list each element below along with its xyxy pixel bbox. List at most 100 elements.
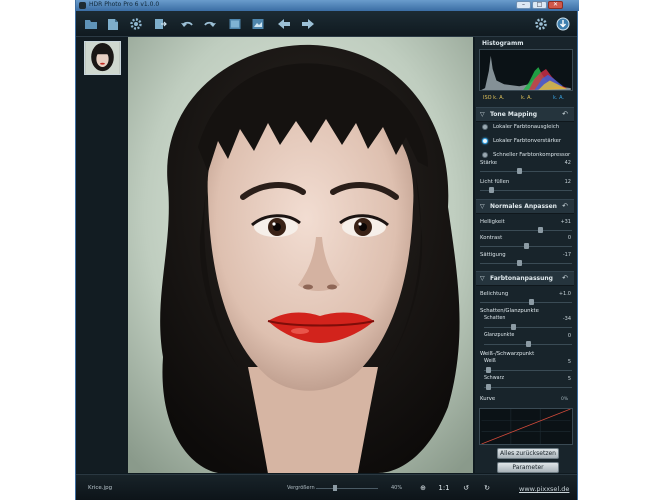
slider-label: Schatten [484, 316, 506, 321]
slider-value: 0 [567, 333, 571, 339]
reset-arrow-icon[interactable]: ↶ [562, 110, 568, 118]
open-icon[interactable] [104, 15, 122, 32]
export-icon[interactable] [151, 15, 169, 32]
radio-dot-selected [482, 138, 488, 144]
image-thumbnail[interactable] [84, 41, 121, 75]
slider-track [484, 327, 572, 328]
zoom-label: Vergrößern [287, 485, 315, 491]
section-title: Farbtonanpassung [490, 275, 553, 282]
histogram-iso-label: ISO k. A. [483, 95, 505, 101]
slider-thumb[interactable] [516, 260, 522, 266]
slider-saettigung[interactable]: Sättigung -17 [479, 252, 573, 272]
adjustments-panel: Histogramm ISO k. A. k. A. k. A. ▽ Tone … [475, 37, 577, 473]
gear-icon[interactable] [532, 15, 550, 32]
slider-thumb[interactable] [537, 227, 543, 233]
zoom-slider-track[interactable] [316, 488, 378, 489]
reset-arrow-icon[interactable]: ↶ [562, 202, 568, 210]
photo-canvas[interactable] [128, 37, 473, 473]
histogram-chart [479, 49, 573, 91]
radio-lokaler-farbtonausgleich[interactable]: Lokaler Farbtonausgleich [481, 123, 575, 133]
slider-thumb[interactable] [511, 324, 517, 330]
collapse-triangle-icon: ▽ [480, 203, 485, 210]
radio-lokaler-farbtonverstaerker[interactable]: Lokaler Farbtonverstärker [481, 137, 575, 147]
slider-thumb[interactable] [486, 384, 492, 390]
slider-label: Glanzpunkte [484, 333, 515, 338]
compare-view-icon[interactable] [249, 15, 267, 32]
slider-track [480, 302, 572, 303]
collapse-triangle-icon: ▽ [480, 111, 485, 118]
slider-value: -34 [562, 316, 571, 322]
slider-track [480, 230, 572, 231]
slider-glanzpunkte[interactable]: Glanzpunkte 0 [483, 333, 573, 353]
arrow-right-icon[interactable] [299, 15, 317, 32]
section-normales-anpassen[interactable]: ▽ Normales Anpassen ↶ [476, 199, 574, 214]
portrait-photo [128, 37, 473, 473]
slider-value: +1.0 [558, 291, 571, 297]
slider-value: 42 [564, 160, 571, 166]
zoom-slider-thumb[interactable] [333, 485, 337, 491]
rotate-right-icon[interactable]: ↻ [481, 482, 493, 494]
slider-track [480, 263, 572, 264]
slider-value: 5 [567, 359, 571, 365]
radio-dot [482, 152, 488, 158]
slider-staerke[interactable]: Stärke 42 [479, 160, 573, 180]
window-title: HDR Photo Pro 6 v1.0.0 [89, 1, 160, 8]
slider-label: Sättigung [480, 252, 506, 258]
slider-track [480, 171, 572, 172]
slider-thumb[interactable] [516, 168, 522, 174]
download-icon[interactable] [554, 15, 572, 32]
app-window: HDR Photo Pro 6 v1.0.0 – □ ✕ Histogramm … [75, 0, 579, 500]
slider-label: Licht füllen [480, 179, 510, 185]
collapse-triangle-icon: ▽ [480, 275, 485, 282]
fit-screen-icon[interactable]: ⊕ [417, 482, 429, 494]
redo-icon[interactable] [201, 15, 219, 32]
curve-label: Kurve [480, 396, 496, 402]
radio-label: Schneller Farbtonkompressor [493, 152, 571, 158]
folder-icon[interactable] [82, 15, 100, 32]
toolbar [76, 11, 577, 37]
slider-label: Belichtung [480, 291, 509, 297]
slider-label: Weiß [484, 359, 496, 364]
filmstrip [76, 37, 128, 473]
file-name: Krice.jpg [88, 485, 113, 491]
group-label-schatten-glanzpunkte: Schatten/Glanzpunkte [480, 308, 539, 314]
minimize-button[interactable]: – [516, 1, 531, 9]
histogram-title: Histogramm [482, 40, 524, 47]
histogram-label-2: k. A. [521, 95, 532, 101]
slider-value: 5 [567, 376, 571, 382]
zoom-value: 40% [391, 485, 403, 491]
title-bar: HDR Photo Pro 6 v1.0.0 – □ ✕ [76, 0, 579, 11]
slider-thumb[interactable] [524, 243, 529, 249]
section-tone-mapping[interactable]: ▽ Tone Mapping ↶ [476, 107, 574, 122]
slider-thumb[interactable] [526, 341, 531, 347]
arrow-left-icon[interactable] [275, 15, 293, 32]
histogram-label-3: k. A. [553, 95, 564, 101]
website-link[interactable]: www.pixxsel.de [519, 485, 569, 493]
image-view-icon[interactable] [226, 15, 244, 32]
slider-value: 0 [567, 235, 571, 241]
slider-thumb[interactable] [528, 299, 534, 305]
slider-label: Helligkeit [480, 219, 505, 225]
slider-thumb[interactable] [489, 187, 495, 193]
slider-schwarz[interactable]: Schwarz 5 [483, 376, 573, 396]
slider-label: Stärke [480, 160, 498, 166]
slider-licht-fuellen[interactable]: Licht füllen 12 [479, 179, 573, 199]
slider-value: 12 [564, 179, 571, 185]
maximize-button[interactable]: □ [532, 1, 547, 9]
undo-icon[interactable] [178, 15, 196, 32]
reset-all-button[interactable]: Alles zurücksetzen [497, 448, 559, 459]
slider-value: -17 [562, 252, 571, 258]
close-button[interactable]: ✕ [548, 1, 563, 9]
radio-label: Lokaler Farbtonverstärker [493, 138, 562, 144]
actual-size-button[interactable]: 1:1 [438, 482, 450, 494]
settings-gear-icon[interactable] [127, 15, 145, 32]
parameters-button[interactable]: Parameter [497, 462, 559, 473]
section-farbtonanpassung[interactable]: ▽ Farbtonanpassung ↶ [476, 271, 574, 286]
slider-label: Kontrast [480, 235, 503, 241]
tone-curve-editor[interactable] [479, 408, 573, 445]
slider-track [484, 370, 572, 371]
rotate-left-icon[interactable]: ↺ [460, 482, 472, 494]
slider-value: +31 [560, 219, 571, 225]
slider-thumb[interactable] [486, 367, 492, 373]
reset-arrow-icon[interactable]: ↶ [562, 274, 568, 282]
